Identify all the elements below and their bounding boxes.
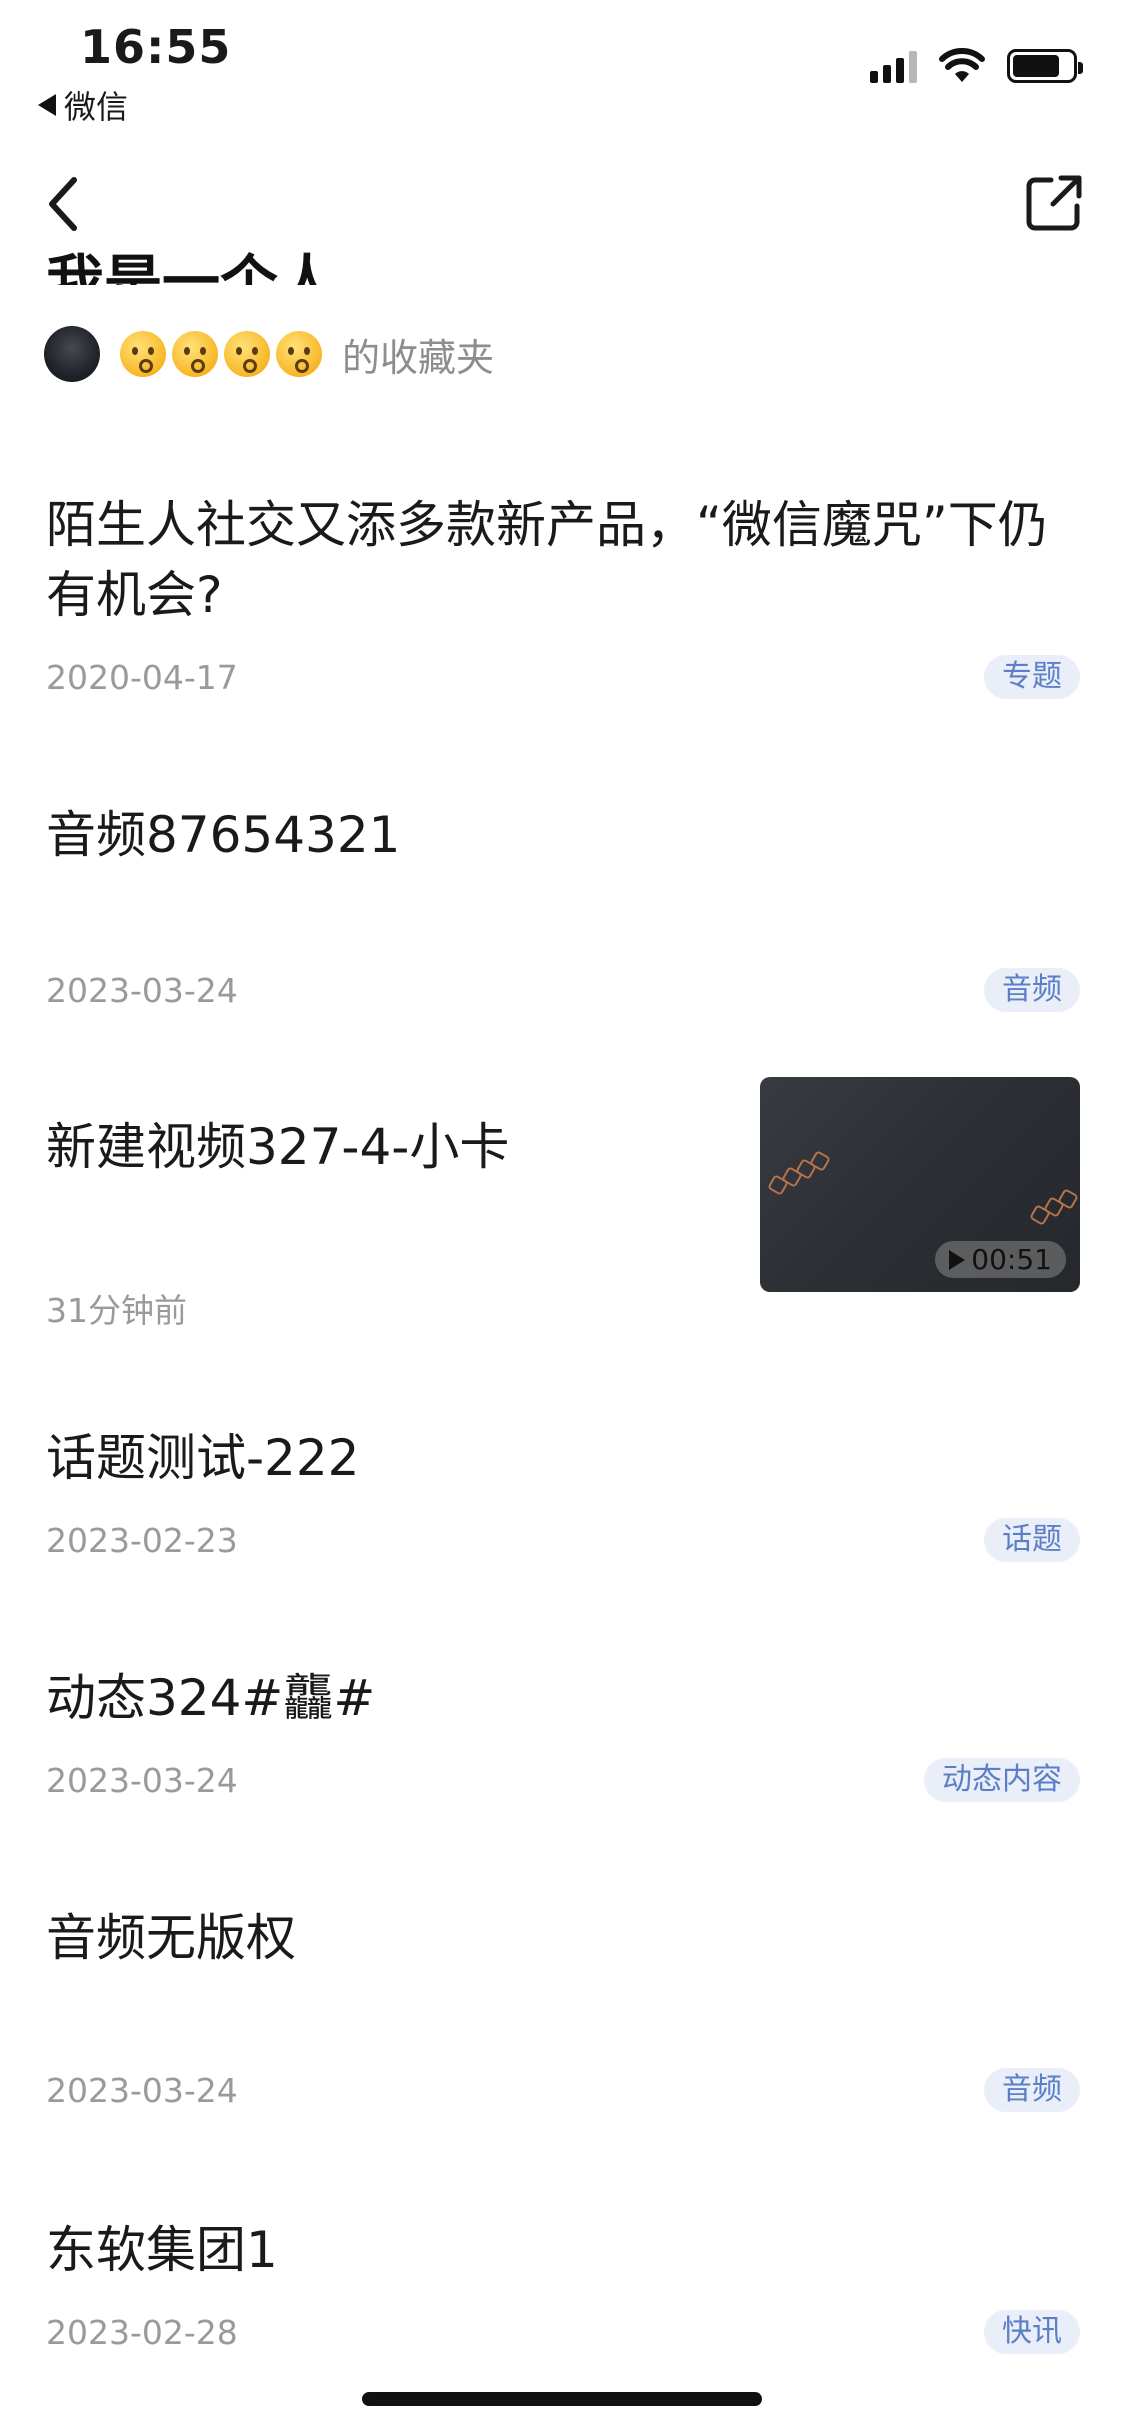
item-tag: 音频 — [984, 968, 1080, 1012]
back-to-app-button[interactable]: 微信 — [38, 82, 128, 128]
item-title: 陌生人社交又添多款新产品，“微信魔咒”下仍有机会? — [46, 496, 1048, 624]
item-meta: 2023-03-24 音频 — [46, 968, 1080, 1012]
collection-owner[interactable]: 的收藏夹 — [44, 325, 494, 383]
item-date: 2020-04-17 — [46, 657, 238, 697]
share-external-icon[interactable] — [1021, 170, 1087, 236]
item-meta: 2023-03-24 动态内容 — [46, 1758, 1080, 1802]
item-meta: 2023-02-28 快讯 — [46, 2310, 1080, 2354]
wifi-icon — [939, 48, 985, 84]
item-date: 2023-02-23 — [46, 1520, 238, 1560]
item-date: 2023-03-24 — [46, 2070, 238, 2110]
item-tag: 音频 — [984, 2068, 1080, 2112]
list-item[interactable]: 音频87654321 2023-03-24 音频 — [46, 800, 1080, 1012]
kissing-face-icon — [172, 331, 218, 377]
kissing-face-icon — [276, 331, 322, 377]
item-date: 2023-03-24 — [46, 970, 238, 1010]
list-item[interactable]: 话题测试-222 2023-02-23 话题 — [46, 1423, 1080, 1562]
back-chevron-icon[interactable] — [38, 168, 98, 238]
kissing-face-icon — [224, 331, 270, 377]
item-title: 东软集团1 — [46, 2221, 278, 2279]
item-title: 音频无版权 — [46, 1909, 296, 1967]
item-title: 话题测试-222 — [46, 1429, 360, 1487]
duration-text: 00:51 — [971, 1243, 1052, 1276]
owner-suffix: 的收藏夹 — [342, 335, 495, 380]
signal-icon — [870, 49, 917, 83]
item-tag: 动态内容 — [924, 1758, 1080, 1802]
battery-icon — [1007, 49, 1083, 83]
list-item[interactable]: 新建视频327-4-小卡 31分钟前 00:51 — [46, 1077, 1080, 1330]
video-duration: 00:51 — [935, 1241, 1066, 1278]
item-tag: 话题 — [984, 1518, 1080, 1562]
back-app-label: 微信 — [64, 88, 129, 126]
home-indicator[interactable] — [362, 2392, 762, 2406]
item-date: 31分钟前 — [46, 1291, 187, 1330]
item-date: 2023-02-28 — [46, 2312, 238, 2352]
play-icon — [949, 1249, 966, 1270]
list-item[interactable]: 动态324#龘# 2023-03-24 动态内容 — [46, 1663, 1080, 1802]
item-tag: 快讯 — [984, 2310, 1080, 2354]
item-meta: 2023-02-23 话题 — [46, 1518, 1080, 1562]
item-date: 2023-03-24 — [46, 1760, 238, 1800]
item-title: 音频87654321 — [46, 806, 401, 864]
item-title: 动态324#龘# — [46, 1669, 376, 1727]
item-tag: 专题 — [984, 655, 1080, 699]
item-meta: 2023-03-24 音频 — [46, 2068, 1080, 2112]
status-bar: 16:55 微信 — [0, 0, 1125, 130]
video-thumbnail[interactable]: 00:51 — [760, 1077, 1080, 1292]
list-item[interactable]: 东软集团1 2023-02-28 快讯 — [46, 2215, 1080, 2354]
item-meta: 2020-04-17 专题 — [46, 655, 1080, 699]
item-meta: 31分钟前 — [46, 1284, 706, 1332]
list-item[interactable]: 音频无版权 2023-03-24 音频 — [46, 1903, 1080, 2112]
list-item[interactable]: 陌生人社交又添多款新产品，“微信魔咒”下仍有机会? 2020-04-17 专题 — [46, 490, 1080, 699]
status-icons — [870, 48, 1083, 84]
kissing-face-icon — [120, 331, 166, 377]
back-triangle-icon — [38, 94, 56, 116]
avatar[interactable] — [44, 326, 100, 382]
collection-title: 我是一个人 — [46, 248, 337, 285]
status-time: 16:55 — [80, 20, 232, 74]
